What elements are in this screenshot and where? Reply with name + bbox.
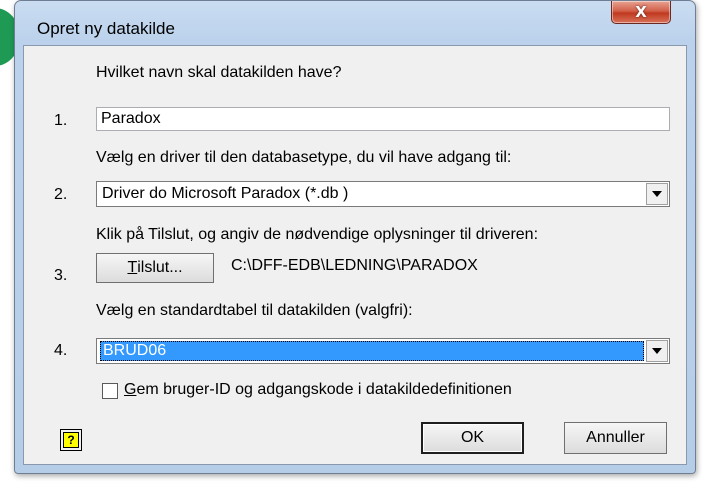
step2-label: Vælg en driver til den databasetype, du … — [96, 149, 512, 166]
save-credentials-text: em bruger-ID og adgangskode i datakilded… — [136, 381, 512, 398]
dialog-body: Hvilket navn skal datakilden have? 1. Pa… — [23, 45, 687, 465]
step3-label: Klik på Tilslut, og angiv de nødvendige … — [96, 226, 539, 243]
dialog-window: Opret ny datakilde X Hvilket navn skal d… — [14, 0, 696, 474]
save-credentials-mnemonic: G — [124, 381, 137, 398]
table-select-value: BRUD06 — [100, 341, 644, 361]
connect-button-mnemonic: T — [127, 259, 138, 276]
table-dropdown-button[interactable] — [646, 340, 668, 362]
connect-button-label: ilslut... — [137, 259, 183, 276]
driver-select-value: Driver do Microsoft Paradox (*.db ) — [102, 185, 349, 202]
table-select[interactable]: BRUD06 — [96, 338, 670, 364]
step1-number: 1. — [54, 112, 68, 129]
step3-number: 3. — [54, 267, 68, 284]
chevron-down-icon — [652, 348, 662, 354]
ok-button[interactable]: OK — [421, 422, 524, 454]
step2-number: 2. — [54, 186, 68, 203]
close-icon: X — [635, 3, 647, 21]
dialog-title: Opret ny datakilde — [37, 19, 175, 38]
connect-button[interactable]: Tilslut... — [96, 253, 214, 283]
help-icon: ? — [63, 432, 79, 448]
step1-label: Hvilket navn skal datakilden have? — [96, 64, 342, 81]
datasource-name-input[interactable]: Paradox — [96, 107, 670, 131]
close-button[interactable]: X — [611, 1, 671, 24]
help-button[interactable]: ? — [60, 429, 82, 451]
cancel-button[interactable]: Annuller — [564, 422, 667, 454]
driver-dropdown-button[interactable] — [646, 183, 668, 205]
connect-path: C:\DFF-EDB\LEDNING\PARADOX — [231, 257, 478, 274]
save-credentials-label: Gem bruger-ID og adgangskode i datakilde… — [124, 381, 512, 399]
chevron-down-icon — [652, 191, 662, 197]
step4-label: Vælg en standardtabel til datakilden (va… — [96, 302, 413, 319]
save-credentials-checkbox[interactable] — [102, 383, 118, 399]
driver-select[interactable]: Driver do Microsoft Paradox (*.db ) — [96, 181, 670, 207]
step4-number: 4. — [54, 342, 68, 359]
